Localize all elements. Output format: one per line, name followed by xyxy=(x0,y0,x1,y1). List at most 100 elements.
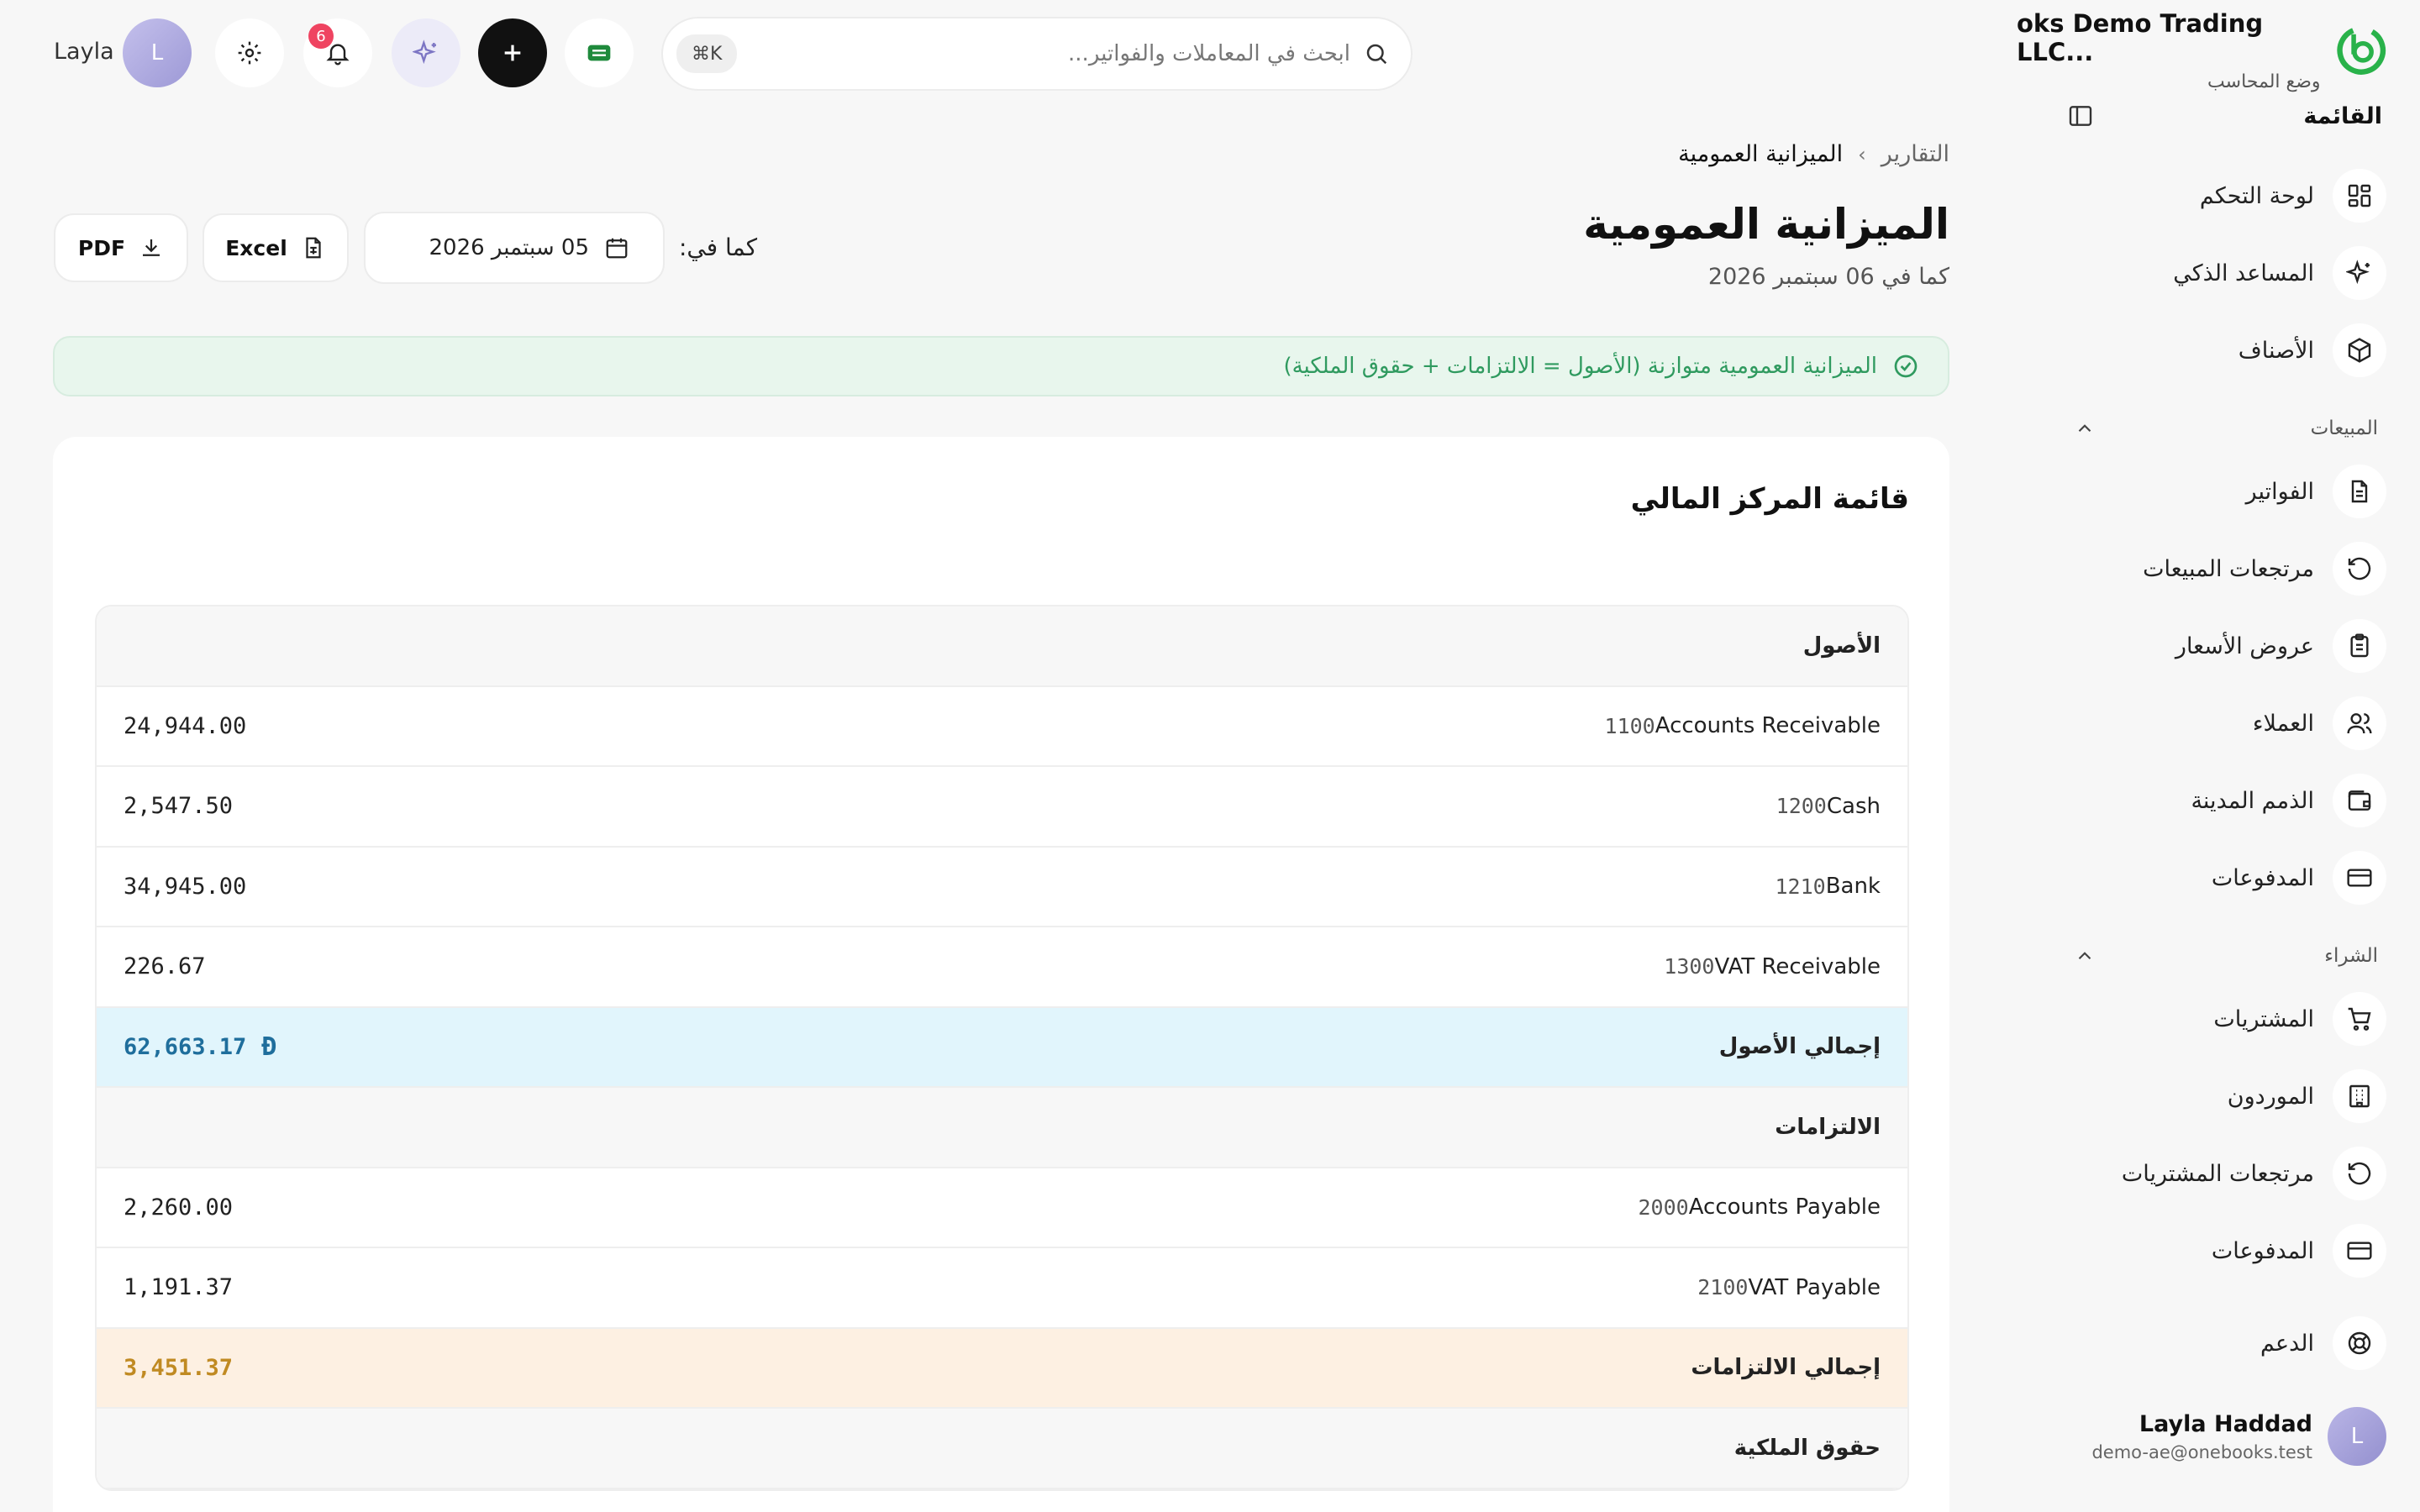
breadcrumb-reports-link[interactable]: التقارير xyxy=(1881,141,1949,167)
chevron-left-icon: › xyxy=(1858,142,1866,166)
sidebar-item-payments-sales[interactable]: المدفوعات xyxy=(2212,846,2386,910)
user-name: Layla Haddad xyxy=(2139,1410,2312,1437)
section-sales-header[interactable]: المبيعات xyxy=(2074,413,2378,444)
balance-sheet-table: الأصول 1100 Accounts Receivable 24,944.00… xyxy=(95,605,1909,1491)
table-row[interactable]: 1100 Accounts Receivable 24,944.00 xyxy=(97,687,1907,767)
search-icon xyxy=(1366,44,1387,65)
account-amount: 2,547.50 xyxy=(124,793,234,820)
avatar[interactable]: L xyxy=(123,18,192,87)
account-name: Accounts Receivable xyxy=(1655,713,1881,739)
section-purchases-header[interactable]: الشراء xyxy=(2074,941,2378,971)
account-label: 1200 Cash xyxy=(1776,794,1881,819)
users-icon xyxy=(2333,696,2386,750)
chevron-up-icon[interactable] xyxy=(2074,945,2096,967)
sidebar-item-items[interactable]: الأصناف xyxy=(2238,318,2386,382)
user-email: demo-ae@onebooks.test xyxy=(2091,1441,2312,1462)
account-label: 1300 VAT Receivable xyxy=(1664,954,1881,979)
notifications-button[interactable]: 6 xyxy=(303,18,372,87)
user-profile[interactable]: L Layla Haddad demo-ae@onebooks.test xyxy=(2091,1404,2386,1468)
brand[interactable]: oks Demo Trading LLC... وضع المحاسب xyxy=(2017,9,2386,92)
export-excel-button[interactable]: Excel xyxy=(203,213,349,282)
total-liabilities-row: إجمالي الالتزامات 3,451.37 xyxy=(97,1328,1907,1409)
download-icon xyxy=(143,239,160,256)
section-row-liabilities: الالتزامات xyxy=(97,1088,1907,1168)
account-amount: 226.67 xyxy=(124,953,206,980)
gear-icon xyxy=(238,41,261,65)
as-of-label: كما في: xyxy=(679,234,758,261)
table-row[interactable]: 1210 Bank 34,945.00 xyxy=(97,848,1907,927)
chevron-up-icon[interactable] xyxy=(2074,417,2096,439)
export-pdf-button[interactable]: PDF xyxy=(54,213,188,282)
sidebar-item-invoices[interactable]: الفواتير xyxy=(2246,459,2386,523)
sidebar-item-label: مرتجعات المبيعات xyxy=(2143,555,2314,582)
section-label: الشراء xyxy=(2324,945,2378,967)
sidebar-toggle-icon[interactable] xyxy=(2067,102,2094,129)
sidebar-item-label: المدفوعات xyxy=(2211,1237,2314,1264)
alert-text: الميزانية العمومية متوازنة (الأصول = الا… xyxy=(1283,354,1877,379)
sidebar-item-suppliers[interactable]: الموردون xyxy=(2228,1064,2386,1128)
account-code: 1300 xyxy=(1664,954,1715,979)
menu-header: القائمة xyxy=(2067,99,2382,133)
report-card: قائمة المركز المالي الأصول 1100 Accounts … xyxy=(53,437,1949,1512)
add-new-button[interactable] xyxy=(478,18,547,87)
sidebar-item-payments-purchases[interactable]: المدفوعات xyxy=(2212,1219,2386,1283)
table-row[interactable]: 2000 Accounts Payable 2,260.00 xyxy=(97,1168,1907,1248)
search-placeholder: ابحث في المعاملات والفواتير... xyxy=(1068,41,1350,66)
export-excel-label: Excel xyxy=(225,235,287,260)
table-row[interactable]: 1200 Cash 2,547.50 xyxy=(97,767,1907,848)
account-name: Cash xyxy=(1826,793,1881,819)
sidebar-item-label: الذمم المدينة xyxy=(2191,787,2314,814)
page-title: الميزانية العمومية xyxy=(1583,200,1949,249)
quick-invoice-button[interactable] xyxy=(565,18,634,87)
sidebar-item-quotes[interactable]: عروض الأسعار xyxy=(2175,614,2386,678)
account-name: VAT Receivable xyxy=(1714,953,1881,979)
section-heading: الأصول xyxy=(1802,633,1881,659)
settings-button[interactable] xyxy=(215,18,284,87)
sidebar-item-customers[interactable]: العملاء xyxy=(2253,691,2386,755)
account-label: 2000 Accounts Payable xyxy=(1639,1194,1881,1220)
total-assets-value: 62,663.17 xyxy=(124,1033,247,1060)
table-row[interactable]: 2100 VAT Payable 1,191.37 xyxy=(97,1248,1907,1329)
building-icon xyxy=(2333,1069,2386,1123)
total-liabilities-amount: 3,451.37 xyxy=(124,1354,234,1381)
dirham-currency-icon: Đ xyxy=(261,1032,277,1062)
check-circle-icon xyxy=(1894,354,1918,378)
sidebar-item-receivables[interactable]: الذمم المدينة xyxy=(2191,769,2386,832)
sidebar-item-purchases[interactable]: المشتريات xyxy=(2213,987,2386,1051)
page-subtitle: كما في 06 سبتمبر 2026 xyxy=(1707,264,1949,290)
sidebar-item-support[interactable]: الدعم xyxy=(2260,1311,2386,1375)
file-spreadsheet-icon xyxy=(306,237,321,259)
credit-card-icon xyxy=(2333,851,2386,905)
sidebar-item-label: العملاء xyxy=(2252,710,2314,737)
sidebar-item-dashboard[interactable]: لوحة التحكم xyxy=(2200,164,2386,228)
search-input[interactable]: ابحث في المعاملات والفواتير... ⌘K xyxy=(661,17,1413,91)
sidebar-item-label: الأصناف xyxy=(2238,337,2314,364)
total-assets-amount: 62,663.17 Đ xyxy=(124,1032,276,1062)
section-heading: الالتزامات xyxy=(1775,1114,1881,1140)
total-assets-label: إجمالي الأصول xyxy=(1718,1034,1881,1060)
account-amount: 24,944.00 xyxy=(124,712,247,739)
sidebar-item-purchase-returns[interactable]: مرتجعات المشتريات xyxy=(2122,1142,2386,1205)
life-buoy-icon xyxy=(2333,1316,2386,1370)
breadcrumb: التقارير › الميزانية العمومية xyxy=(1678,141,1949,167)
accountant-mode-label: وضع المحاسب xyxy=(2207,71,2321,92)
account-label: 2100 VAT Payable xyxy=(1697,1275,1881,1300)
account-amount: 2,260.00 xyxy=(124,1194,234,1221)
breadcrumb-current: الميزانية العمومية xyxy=(1678,141,1844,167)
ai-assistant-button[interactable] xyxy=(392,18,460,87)
date-picker[interactable]: 05 سبتمبر 2026 xyxy=(364,212,665,284)
sidebar-item-assistant[interactable]: المساعد الذكي xyxy=(2173,241,2386,305)
account-label: 1100 Accounts Receivable xyxy=(1605,713,1881,738)
account-name: VAT Payable xyxy=(1748,1274,1881,1300)
sidebar-item-label: عروض الأسعار xyxy=(2175,633,2314,659)
shopping-cart-icon xyxy=(2333,992,2386,1046)
section-row-assets: الأصول xyxy=(97,606,1907,687)
sidebar-item-label: المشتريات xyxy=(2213,1005,2314,1032)
sidebar-item-sales-returns[interactable]: مرتجعات المبيعات xyxy=(2143,537,2386,601)
table-row[interactable]: 1300 VAT Receivable 226.67 xyxy=(97,927,1907,1008)
plus-icon xyxy=(504,45,521,61)
clipboard-icon xyxy=(2333,619,2386,673)
file-text-icon xyxy=(2333,465,2386,518)
account-code: 1210 xyxy=(1775,874,1826,899)
sidebar: oks Demo Trading LLC... وضع المحاسب القا… xyxy=(2017,0,2420,1512)
